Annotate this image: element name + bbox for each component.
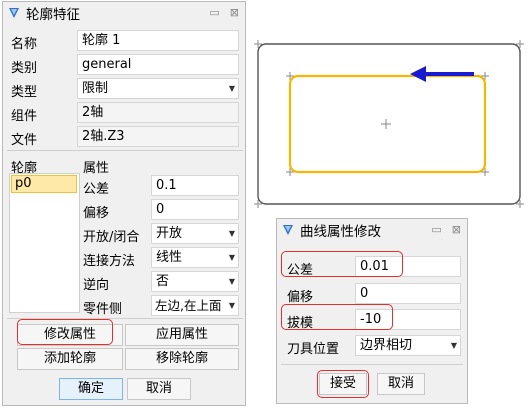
dialog-titlebar: 曲线属性修改 ▭ ⊠: [277, 219, 467, 241]
curve-attribute-dialog: 曲线属性修改 ▭ ⊠ 公差 0.01 偏移 0 拔模 -10 刀具位置 边界相切…: [276, 218, 468, 404]
tool-position-select[interactable]: 边界相切 ▼: [355, 335, 461, 356]
part-side-label: 零件侧: [83, 302, 123, 317]
highlight-box: [317, 370, 369, 398]
category-field[interactable]: general: [77, 54, 239, 75]
type-value: 限制: [82, 81, 109, 96]
name-field[interactable]: 轮廓 1: [77, 30, 239, 51]
dropdown-arrow-icon: ▼: [228, 253, 235, 262]
name-label: 名称: [11, 37, 38, 52]
curve-icon: [283, 225, 293, 235]
reverse-select[interactable]: 否 ▼: [151, 271, 239, 292]
curve-offset-label: 偏移: [287, 290, 314, 305]
dropdown-arrow-icon: ▼: [450, 341, 457, 350]
cancel-button[interactable]: 取消: [127, 378, 191, 400]
connect-select[interactable]: 线性 ▼: [151, 247, 239, 268]
pin-icon[interactable]: ▭: [209, 6, 219, 19]
apply-attributes-button[interactable]: 应用属性: [125, 324, 239, 346]
file-field: 2轴.Z3: [77, 126, 239, 147]
file-label: 文件: [11, 133, 38, 148]
attributes-label: 属性: [83, 161, 110, 176]
ok-button[interactable]: 确定: [59, 378, 123, 400]
offset-label: 偏移: [83, 206, 110, 221]
profile-feature-panel: 轮廓特征 ▭ ⊠ 名称 轮廓 1 类别 general 类型 限制 ▼ 组件 2…: [2, 1, 246, 406]
type-label: 类型: [11, 85, 38, 100]
panel-title: 轮廓特征: [26, 7, 80, 23]
divider: [7, 150, 243, 151]
reverse-label: 逆向: [83, 278, 110, 293]
dialog-cancel-button[interactable]: 取消: [377, 373, 425, 395]
close-icon[interactable]: ⊠: [230, 6, 239, 19]
divider: [281, 364, 463, 365]
feature-icon: [9, 8, 19, 18]
connect-value: 线性: [156, 250, 183, 265]
highlight-box: [281, 251, 403, 277]
pin-icon[interactable]: ▭: [431, 223, 441, 236]
profile-list[interactable]: p0: [9, 173, 80, 313]
type-select[interactable]: 限制 ▼: [77, 78, 239, 99]
list-item[interactable]: p0: [11, 175, 77, 193]
highlight-box: [281, 304, 393, 330]
category-label: 类别: [11, 61, 38, 76]
close-icon[interactable]: ⊠: [452, 223, 461, 236]
part-side-select[interactable]: 左边,在上面 ▼: [151, 295, 239, 316]
dropdown-arrow-icon: ▼: [228, 277, 235, 286]
dialog-title: 曲线属性修改: [300, 224, 381, 240]
dropdown-arrow-icon: ▼: [228, 84, 235, 93]
tolerance-label: 公差: [83, 182, 110, 197]
add-profile-button[interactable]: 添加轮廓: [17, 348, 123, 370]
curve-offset-field[interactable]: 0: [355, 283, 461, 304]
open-close-label: 开放/闭合: [83, 230, 140, 245]
part-side-value: 左边,在上面: [155, 298, 222, 313]
component-label: 组件: [11, 109, 38, 124]
open-close-value: 开放: [156, 226, 183, 241]
corner-marks: [254, 40, 524, 208]
component-field: 2轴: [77, 102, 239, 123]
direction-arrow-icon: [410, 66, 474, 82]
connect-label: 连接方法: [83, 254, 136, 269]
dropdown-arrow-icon: ▼: [228, 301, 235, 310]
tool-position-label: 刀具位置: [287, 342, 340, 357]
dropdown-arrow-icon: ▼: [228, 229, 235, 238]
tolerance-field[interactable]: 0.1: [151, 175, 239, 196]
open-close-select[interactable]: 开放 ▼: [151, 223, 239, 244]
reverse-value: 否: [156, 274, 170, 289]
offset-field[interactable]: 0: [151, 199, 239, 220]
remove-profile-button[interactable]: 移除轮廓: [125, 348, 239, 370]
panel-titlebar: 轮廓特征 ▭ ⊠: [3, 2, 245, 24]
highlight-box: [17, 319, 113, 345]
tool-position-value: 边界相切: [360, 338, 413, 353]
profile-canvas[interactable]: [254, 36, 524, 236]
